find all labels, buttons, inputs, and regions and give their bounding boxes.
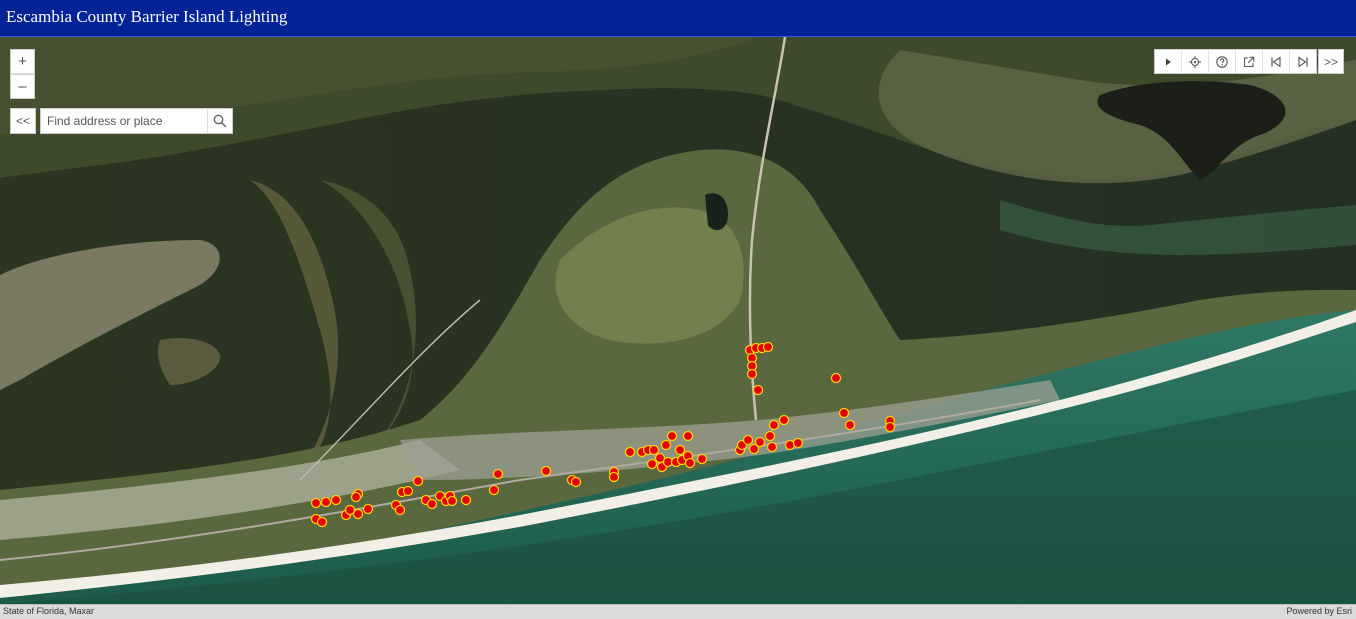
- search-widget: [40, 108, 233, 134]
- lighting-point-marker[interactable]: [648, 444, 660, 456]
- previous-extent-icon: [1271, 55, 1281, 68]
- map-toolbar: [1154, 49, 1317, 74]
- lighting-point-marker[interactable]: [768, 419, 780, 431]
- powered-by-esri[interactable]: Powered by Esri: [1286, 606, 1352, 616]
- lighting-point-marker[interactable]: [764, 430, 776, 442]
- search-icon: [213, 114, 227, 128]
- play-button[interactable]: [1155, 50, 1182, 73]
- expand-panel-button[interactable]: >>: [1318, 49, 1344, 74]
- lighting-point-marker[interactable]: [570, 476, 582, 488]
- lighting-point-marker[interactable]: [310, 497, 322, 509]
- lighting-point-marker[interactable]: [844, 419, 856, 431]
- locate-icon: [1189, 55, 1201, 68]
- help-button[interactable]: [1209, 50, 1236, 73]
- collapse-search-button[interactable]: <<: [10, 108, 36, 134]
- lighting-point-marker[interactable]: [344, 504, 356, 516]
- lighting-point-marker[interactable]: [394, 504, 406, 516]
- lighting-point-marker[interactable]: [608, 471, 620, 483]
- share-icon: [1243, 56, 1255, 67]
- lighting-point-marker[interactable]: [646, 458, 658, 470]
- next-extent-button[interactable]: [1290, 50, 1316, 73]
- lighting-point-marker[interactable]: [696, 453, 708, 465]
- lighting-point-marker[interactable]: [460, 494, 472, 506]
- lighting-point-marker[interactable]: [446, 495, 458, 507]
- lighting-point-marker[interactable]: [660, 439, 672, 451]
- search-input[interactable]: [41, 109, 207, 133]
- lighting-point-marker[interactable]: [684, 457, 696, 469]
- play-icon: [1166, 58, 1171, 65]
- app: Escambia County Barrier Island Lighting: [0, 0, 1356, 619]
- lighting-point-marker[interactable]: [762, 341, 774, 353]
- lighting-point-marker[interactable]: [362, 503, 374, 515]
- zoom-in-button[interactable]: +: [10, 49, 35, 74]
- lighting-point-marker[interactable]: [492, 468, 504, 480]
- lighting-point-marker[interactable]: [792, 437, 804, 449]
- lighting-point-marker[interactable]: [830, 372, 842, 384]
- lighting-point-marker[interactable]: [754, 436, 766, 448]
- lighting-point-marker[interactable]: [838, 407, 850, 419]
- help-icon: [1216, 55, 1228, 68]
- app-title: Escambia County Barrier Island Lighting: [6, 7, 288, 26]
- lighting-point-marker[interactable]: [426, 498, 438, 510]
- lighting-point-marker[interactable]: [766, 441, 778, 453]
- lighting-point-marker[interactable]: [666, 430, 678, 442]
- lighting-point-marker[interactable]: [778, 414, 790, 426]
- lighting-point-marker[interactable]: [320, 496, 332, 508]
- lighting-point-marker[interactable]: [350, 491, 362, 503]
- lighting-point-marker[interactable]: [540, 465, 552, 477]
- attribution-bar: State of Florida, Maxar Powered by Esri: [0, 604, 1356, 619]
- lighting-point-marker[interactable]: [488, 484, 500, 496]
- share-button[interactable]: [1236, 50, 1263, 73]
- lighting-point-marker[interactable]: [742, 434, 754, 446]
- zoom-out-button[interactable]: –: [10, 74, 35, 99]
- search-button[interactable]: [207, 109, 232, 133]
- lighting-point-marker[interactable]: [624, 446, 636, 458]
- lighting-point-marker[interactable]: [746, 368, 758, 380]
- lighting-point-marker[interactable]: [884, 421, 896, 433]
- lighting-point-marker[interactable]: [682, 430, 694, 442]
- attribution-source: State of Florida, Maxar: [3, 606, 95, 616]
- header-bar: Escambia County Barrier Island Lighting: [0, 0, 1356, 37]
- lighting-point-marker[interactable]: [412, 475, 424, 487]
- locate-button[interactable]: [1182, 50, 1209, 73]
- lighting-point-marker[interactable]: [402, 485, 414, 497]
- next-extent-icon: [1298, 55, 1308, 68]
- lighting-point-marker[interactable]: [316, 516, 328, 528]
- previous-extent-button[interactable]: [1263, 50, 1290, 73]
- lighting-point-marker[interactable]: [330, 494, 342, 506]
- lighting-point-marker[interactable]: [752, 384, 764, 396]
- lighting-point-marker[interactable]: [674, 444, 686, 456]
